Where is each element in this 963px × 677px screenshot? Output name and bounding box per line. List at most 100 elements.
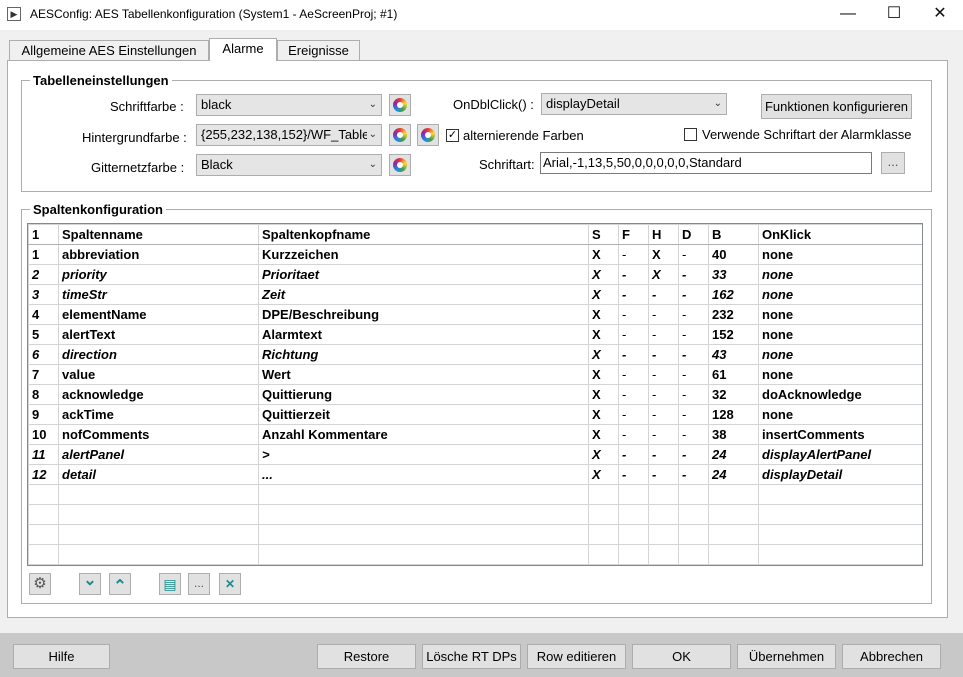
- cell-spaltenname[interactable]: alertPanel: [58, 444, 259, 465]
- col-header-s[interactable]: S: [588, 224, 619, 245]
- cell-d[interactable]: -: [678, 364, 709, 385]
- cell-s[interactable]: X: [588, 304, 619, 325]
- cell-spaltenname[interactable]: ackTime: [58, 404, 259, 425]
- table-row[interactable]: 2 priority Prioritaet X - X -33 none: [28, 264, 922, 285]
- edit-row-icon[interactable]: ▤: [159, 573, 181, 595]
- cell-num[interactable]: 7: [28, 364, 59, 385]
- settings-gear-icon[interactable]: ⚙: [29, 573, 51, 595]
- empty-cell[interactable]: [258, 524, 589, 545]
- cell-f[interactable]: -: [618, 344, 649, 365]
- cell-onklick[interactable]: doAcknowledge: [758, 384, 922, 405]
- column-table[interactable]: 1 Spaltenname Spaltenkopfname S F H D B …: [27, 223, 923, 566]
- minimize-button[interactable]: —: [825, 0, 871, 30]
- hintergrundfarbe-color-button-2[interactable]: [417, 124, 439, 146]
- cell-num[interactable]: 8: [28, 384, 59, 405]
- cell-b[interactable]: 40: [708, 244, 759, 265]
- empty-cell[interactable]: [678, 524, 709, 545]
- cell-b[interactable]: 232: [708, 304, 759, 325]
- cell-spaltenname[interactable]: priority: [58, 264, 259, 285]
- cell-spaltenkopfname[interactable]: Quittierzeit: [258, 404, 589, 425]
- schriftart-browse-button[interactable]: ...: [881, 152, 905, 174]
- cell-f[interactable]: -: [618, 464, 649, 485]
- cell-spaltenkopfname[interactable]: ...: [258, 464, 589, 485]
- cell-spaltenname[interactable]: direction: [58, 344, 259, 365]
- cell-f[interactable]: -: [618, 284, 649, 305]
- empty-cell[interactable]: [648, 504, 679, 525]
- cell-spaltenname[interactable]: elementName: [58, 304, 259, 325]
- cell-onklick[interactable]: none: [758, 264, 922, 285]
- table-row[interactable]: 1 abbreviation Kurzzeichen X - X -40 none: [28, 244, 922, 265]
- hintergrundfarbe-select[interactable]: {255,232,138,152}/WF_Table ⌄: [196, 124, 382, 146]
- empty-cell[interactable]: [678, 484, 709, 505]
- cell-onklick[interactable]: none: [758, 304, 922, 325]
- cell-b[interactable]: 61: [708, 364, 759, 385]
- cell-s[interactable]: X: [588, 284, 619, 305]
- cell-s[interactable]: X: [588, 344, 619, 365]
- cell-onklick[interactable]: none: [758, 244, 922, 265]
- cell-d[interactable]: -: [678, 424, 709, 445]
- cell-spaltenkopfname[interactable]: Alarmtext: [258, 324, 589, 345]
- cell-spaltenkopfname[interactable]: Quittierung: [258, 384, 589, 405]
- empty-cell[interactable]: [618, 544, 649, 565]
- empty-table-row[interactable]: [28, 544, 922, 565]
- gitternetzfarbe-select[interactable]: Black ⌄: [196, 154, 382, 176]
- cell-f[interactable]: -: [618, 264, 649, 285]
- tab-ereignisse[interactable]: Ereignisse: [277, 40, 360, 61]
- col-header-h[interactable]: H: [648, 224, 679, 245]
- empty-cell[interactable]: [758, 504, 922, 525]
- gitternetzfarbe-color-button[interactable]: [389, 154, 411, 176]
- cell-h[interactable]: -: [648, 384, 679, 405]
- cell-d[interactable]: -: [678, 404, 709, 425]
- cell-b[interactable]: 152: [708, 324, 759, 345]
- empty-cell[interactable]: [58, 524, 259, 545]
- cell-num[interactable]: 4: [28, 304, 59, 325]
- cell-spaltenkopfname[interactable]: Richtung: [258, 344, 589, 365]
- cell-h[interactable]: -: [648, 284, 679, 305]
- cell-d[interactable]: -: [678, 264, 709, 285]
- table-row[interactable]: 6 direction Richtung X - - -43 none: [28, 344, 922, 365]
- table-row[interactable]: 5 alertText Alarmtext X - - -152 none: [28, 324, 922, 345]
- table-row[interactable]: 9 ackTime Quittierzeit X - - -128 none: [28, 404, 922, 425]
- cell-h[interactable]: -: [648, 324, 679, 345]
- empty-cell[interactable]: [708, 484, 759, 505]
- col-header-b[interactable]: B: [708, 224, 759, 245]
- empty-table-row[interactable]: [28, 524, 922, 545]
- table-row[interactable]: 3 timeStr Zeit X - - -162 none: [28, 284, 922, 305]
- cell-d[interactable]: -: [678, 384, 709, 405]
- empty-cell[interactable]: [28, 524, 59, 545]
- cell-num[interactable]: 11: [28, 444, 59, 465]
- col-header-spaltenname[interactable]: Spaltenname: [58, 224, 259, 245]
- empty-cell[interactable]: [258, 504, 589, 525]
- empty-cell[interactable]: [588, 524, 619, 545]
- cell-s[interactable]: X: [588, 324, 619, 345]
- empty-table-row[interactable]: [28, 484, 922, 505]
- cell-b[interactable]: 43: [708, 344, 759, 365]
- cell-s[interactable]: X: [588, 404, 619, 425]
- schriftart-input[interactable]: Arial,-1,13,5,50,0,0,0,0,0,Standard: [540, 152, 872, 174]
- empty-cell[interactable]: [258, 484, 589, 505]
- table-row[interactable]: 4 elementName DPE/Beschreibung X - - -232 none: [28, 304, 922, 325]
- empty-cell[interactable]: [58, 544, 259, 565]
- cell-onklick[interactable]: displayAlertPanel: [758, 444, 922, 465]
- cell-h[interactable]: -: [648, 424, 679, 445]
- cell-b[interactable]: 32: [708, 384, 759, 405]
- cell-onklick[interactable]: none: [758, 364, 922, 385]
- cell-s[interactable]: X: [588, 264, 619, 285]
- cell-s[interactable]: X: [588, 384, 619, 405]
- maximize-button[interactable]: ☐: [871, 0, 917, 30]
- cell-f[interactable]: -: [618, 304, 649, 325]
- table-row[interactable]: 10 nofComments Anzahl Kommentare X - - -38 inse…: [28, 424, 922, 445]
- cell-f[interactable]: -: [618, 404, 649, 425]
- empty-cell[interactable]: [648, 484, 679, 505]
- cell-spaltenkopfname[interactable]: >: [258, 444, 589, 465]
- cell-spaltenkopfname[interactable]: Anzahl Kommentare: [258, 424, 589, 445]
- empty-cell[interactable]: [58, 484, 259, 505]
- table-row[interactable]: 7 value Wert X - - -61 none: [28, 364, 922, 385]
- empty-table-row[interactable]: [28, 504, 922, 525]
- cell-b[interactable]: 162: [708, 284, 759, 305]
- empty-cell[interactable]: [758, 544, 922, 565]
- uebernehmen-button[interactable]: Übernehmen: [737, 644, 836, 669]
- cell-h[interactable]: -: [648, 444, 679, 465]
- empty-cell[interactable]: [588, 544, 619, 565]
- delete-icon[interactable]: ✕: [219, 573, 241, 595]
